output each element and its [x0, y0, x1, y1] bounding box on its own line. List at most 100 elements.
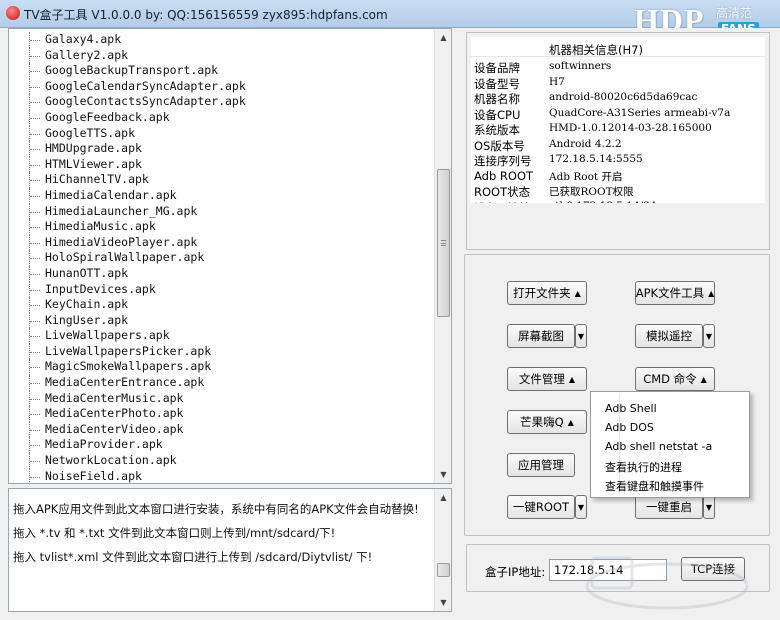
apk-list-item[interactable]: GoogleTTS.apk	[9, 125, 435, 142]
apk-file-list[interactable]: Galaxy4.apk Gallery2.apk GoogleBackupTrans…	[8, 28, 452, 484]
one-click-root-button[interactable]: 一键ROOT	[507, 495, 575, 519]
apk-list-item[interactable]: GoogleContactsSyncAdapter.apk	[9, 94, 435, 110]
apk-filename: NoiseField.apk	[45, 468, 142, 483]
apk-list-item[interactable]: Gallery2.apk	[9, 47, 435, 64]
apk-list-item[interactable]: LiveWallpapers.apk	[9, 328, 435, 344]
apk-list-item[interactable]: GoogleFeedback.apk	[9, 109, 435, 126]
apk-filename: MediaProvider.apk	[45, 437, 163, 452]
one-click-reboot-button[interactable]: 一键重启	[635, 495, 703, 519]
box-ip-input[interactable]: 172.18.5.14	[549, 559, 667, 581]
apk-list-item[interactable]: Galaxy4.apk	[9, 32, 435, 48]
dropdown-arrow-icon: ▲	[574, 288, 581, 298]
apk-list-item[interactable]: MagicSmokeWallpapers.apk	[9, 359, 435, 376]
apk-list-item[interactable]: HTMLViewer.apk	[9, 156, 435, 173]
apk-list-item[interactable]: MediaCenterPhoto.apk	[9, 406, 435, 422]
scroll-down-arrow-icon[interactable]: ▼	[435, 466, 451, 483]
apk-tool-button[interactable]: APK文件工具 ▲	[635, 281, 715, 305]
scroll-thumb[interactable]	[437, 169, 450, 317]
tree-connector	[29, 406, 41, 422]
apk-filename: HimediaVideoPlayer.apk	[45, 234, 198, 249]
tree-connector	[29, 63, 41, 79]
device-info-row: 设备CPU QuadCore-A31Series armeabi-v7a	[471, 106, 765, 122]
apk-list-item[interactable]: GoogleBackupTransport.apk	[9, 63, 435, 79]
main-client-area: Galaxy4.apk Gallery2.apk GoogleBackupTrans…	[0, 28, 780, 620]
screenshot-button[interactable]: 屏幕截图	[507, 324, 575, 348]
log-scrollbar[interactable]: ▲ ▼	[434, 489, 451, 611]
menu-item-adb-shell[interactable]: Adb Shell	[605, 402, 657, 421]
apk-list-item[interactable]: HunanOTT.apk	[9, 265, 435, 282]
scroll-up-arrow-icon[interactable]: ▲	[435, 489, 452, 506]
menu-item-view-input-events[interactable]: 查看键盘和触摸事件	[605, 478, 704, 497]
tcp-connect-label: TCP连接	[690, 562, 736, 576]
tree-connector	[29, 109, 41, 126]
device-info-row: Adb ROOT Adb Root 开启	[471, 168, 765, 184]
apk-list-scrollbar[interactable]: ▲ ▼	[434, 29, 451, 483]
mango-q-button[interactable]: 芒果嗨Q ▲	[507, 410, 587, 434]
apk-list-item[interactable]: MediaProvider.apk	[9, 437, 435, 454]
apk-list-item[interactable]: KeyChain.apk	[9, 297, 435, 313]
device-info-value: android-80020c6d5da69cac	[549, 91, 698, 103]
apk-list-item[interactable]: KingUser.apk	[9, 312, 435, 329]
drop-log-textbox[interactable]: 拖入APK应用文件到此文本窗口进行安装，系统中有同名的APK文件会自动替换! 拖…	[8, 488, 452, 612]
remote-control-button[interactable]: 模拟遥控	[635, 324, 703, 348]
log-line: 拖入 *.tv 和 *.txt 文件到此文本窗口则上传到/mnt/sdcard/…	[13, 526, 336, 540]
device-info-row: OS版本号 Android 4.2.2	[471, 137, 765, 153]
file-manager-label: 文件管理	[518, 372, 565, 386]
remote-split-dropdown[interactable]: ▼	[703, 324, 715, 348]
tree-connector	[29, 141, 41, 157]
apk-list-item[interactable]: HimediaVideoPlayer.apk	[9, 234, 435, 251]
app-manager-button[interactable]: 应用管理	[507, 453, 575, 477]
screenshot-split-dropdown[interactable]: ▼	[575, 324, 587, 348]
apk-list-item[interactable]: LiveWallpapersPicker.apk	[9, 343, 435, 360]
device-info-row: ROOT状态 已获取ROOT权限	[471, 183, 765, 199]
dropdown-arrow-icon: ▲	[568, 374, 576, 384]
device-info-row: 系统版本 HMD-1.0.12014-03-28.165000	[471, 121, 765, 137]
app-manager-label: 应用管理	[518, 458, 564, 472]
cmd-label: CMD 命令	[643, 372, 697, 386]
apk-list-item[interactable]: MediaCenterMusic.apk	[9, 390, 435, 407]
apk-list-item[interactable]: HMDUpgrade.apk	[9, 141, 435, 157]
device-info-row: 设备IP地址 eth0 172.18.5.14/24	[471, 199, 765, 204]
one-click-root-label: 一键ROOT	[512, 500, 570, 514]
apk-list-item[interactable]: HimediaLauncher_MG.apk	[9, 203, 435, 220]
device-info-header: 机器相关信息(H7)	[471, 39, 765, 57]
scroll-down-arrow-icon[interactable]: ▼	[435, 594, 452, 611]
device-info-value: eth0 172.18.5.14/24	[549, 200, 657, 204]
apk-filename: HiChannelTV.apk	[45, 172, 149, 187]
device-info-value: QuadCore-A31Series armeabi-v7a	[549, 106, 731, 119]
apk-filename: HMDUpgrade.apk	[45, 141, 142, 156]
menu-item-view-processes[interactable]: 查看执行的进程	[605, 459, 682, 478]
apk-list-item[interactable]: HoloSpiralWallpaper.apk	[9, 250, 435, 266]
apk-list-item[interactable]: NoiseField.apk	[9, 468, 435, 483]
tcp-connect-button[interactable]: TCP连接	[681, 557, 745, 581]
apk-list-item[interactable]: HimediaCalendar.apk	[9, 187, 435, 204]
apk-list-item[interactable]: GoogleCalendarSyncAdapter.apk	[9, 78, 435, 95]
menu-item-adb-dos[interactable]: Adb DOS	[605, 421, 654, 440]
apk-items: Galaxy4.apk Gallery2.apk GoogleBackupTrans…	[9, 32, 435, 483]
tree-connector	[29, 219, 41, 235]
apk-list-item[interactable]: NetworkLocation.apk	[9, 453, 435, 469]
apk-filename: MediaCenterPhoto.apk	[45, 406, 184, 421]
apk-list-item[interactable]: InputDevices.apk	[9, 281, 435, 298]
tree-connector	[29, 312, 41, 329]
scroll-thumb[interactable]	[437, 563, 450, 577]
apk-list-item[interactable]: MediaCenterEntrance.apk	[9, 375, 435, 391]
apk-list-item[interactable]: HiChannelTV.apk	[9, 172, 435, 188]
menu-item-adb-netstat[interactable]: Adb shell netstat -a	[605, 440, 712, 459]
file-manager-button[interactable]: 文件管理 ▲	[507, 367, 587, 391]
dropdown-arrow-icon: ▲	[700, 374, 707, 384]
tree-connector	[29, 375, 41, 391]
root-split-dropdown[interactable]: ▼	[575, 495, 587, 519]
open-folder-button[interactable]: 打开文件夹 ▲	[507, 281, 587, 305]
tree-connector	[29, 250, 41, 266]
scroll-up-arrow-icon[interactable]: ▲	[435, 29, 451, 46]
reboot-split-dropdown[interactable]: ▼	[703, 495, 715, 519]
apk-filename: HTMLViewer.apk	[45, 156, 142, 171]
apk-list-item[interactable]: HimediaMusic.apk	[9, 219, 435, 235]
device-info-value: HMD-1.0.12014-03-28.165000	[549, 122, 712, 134]
window-title: TV盒子工具 V1.0.0.0 by: QQ:156156559 zyx895:…	[24, 8, 388, 22]
apk-list-item[interactable]: MediaCenterVideo.apk	[9, 421, 435, 438]
apk-filename: HoloSpiralWallpaper.apk	[45, 250, 205, 265]
cmd-button[interactable]: CMD 命令 ▲	[635, 367, 715, 391]
open-folder-label: 打开文件夹	[513, 286, 571, 300]
